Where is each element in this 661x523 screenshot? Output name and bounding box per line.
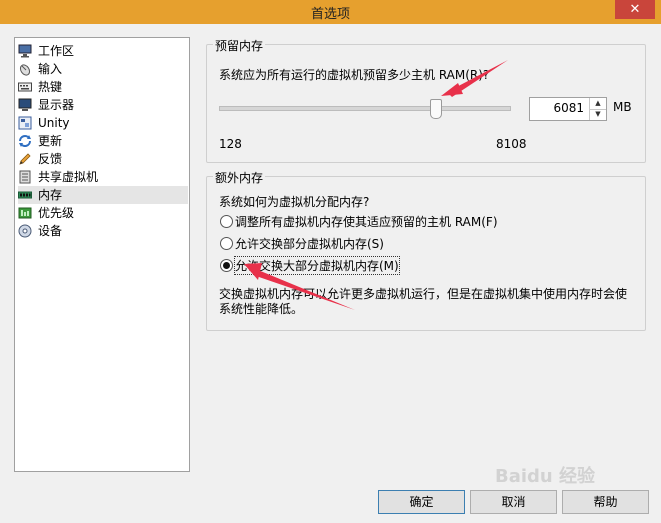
annotation-arrow-radio [256, 270, 355, 310]
preferences-window: 首选项 ✕ 工作区 输入 热键 显示器 Unity 更新 反馈 共享虚拟机 内存… [0, 0, 661, 523]
annotation-arrow-slider-head [441, 83, 463, 96]
annotation-arrow-radio-head [244, 263, 262, 280]
annotation-arrows [244, 60, 508, 310]
